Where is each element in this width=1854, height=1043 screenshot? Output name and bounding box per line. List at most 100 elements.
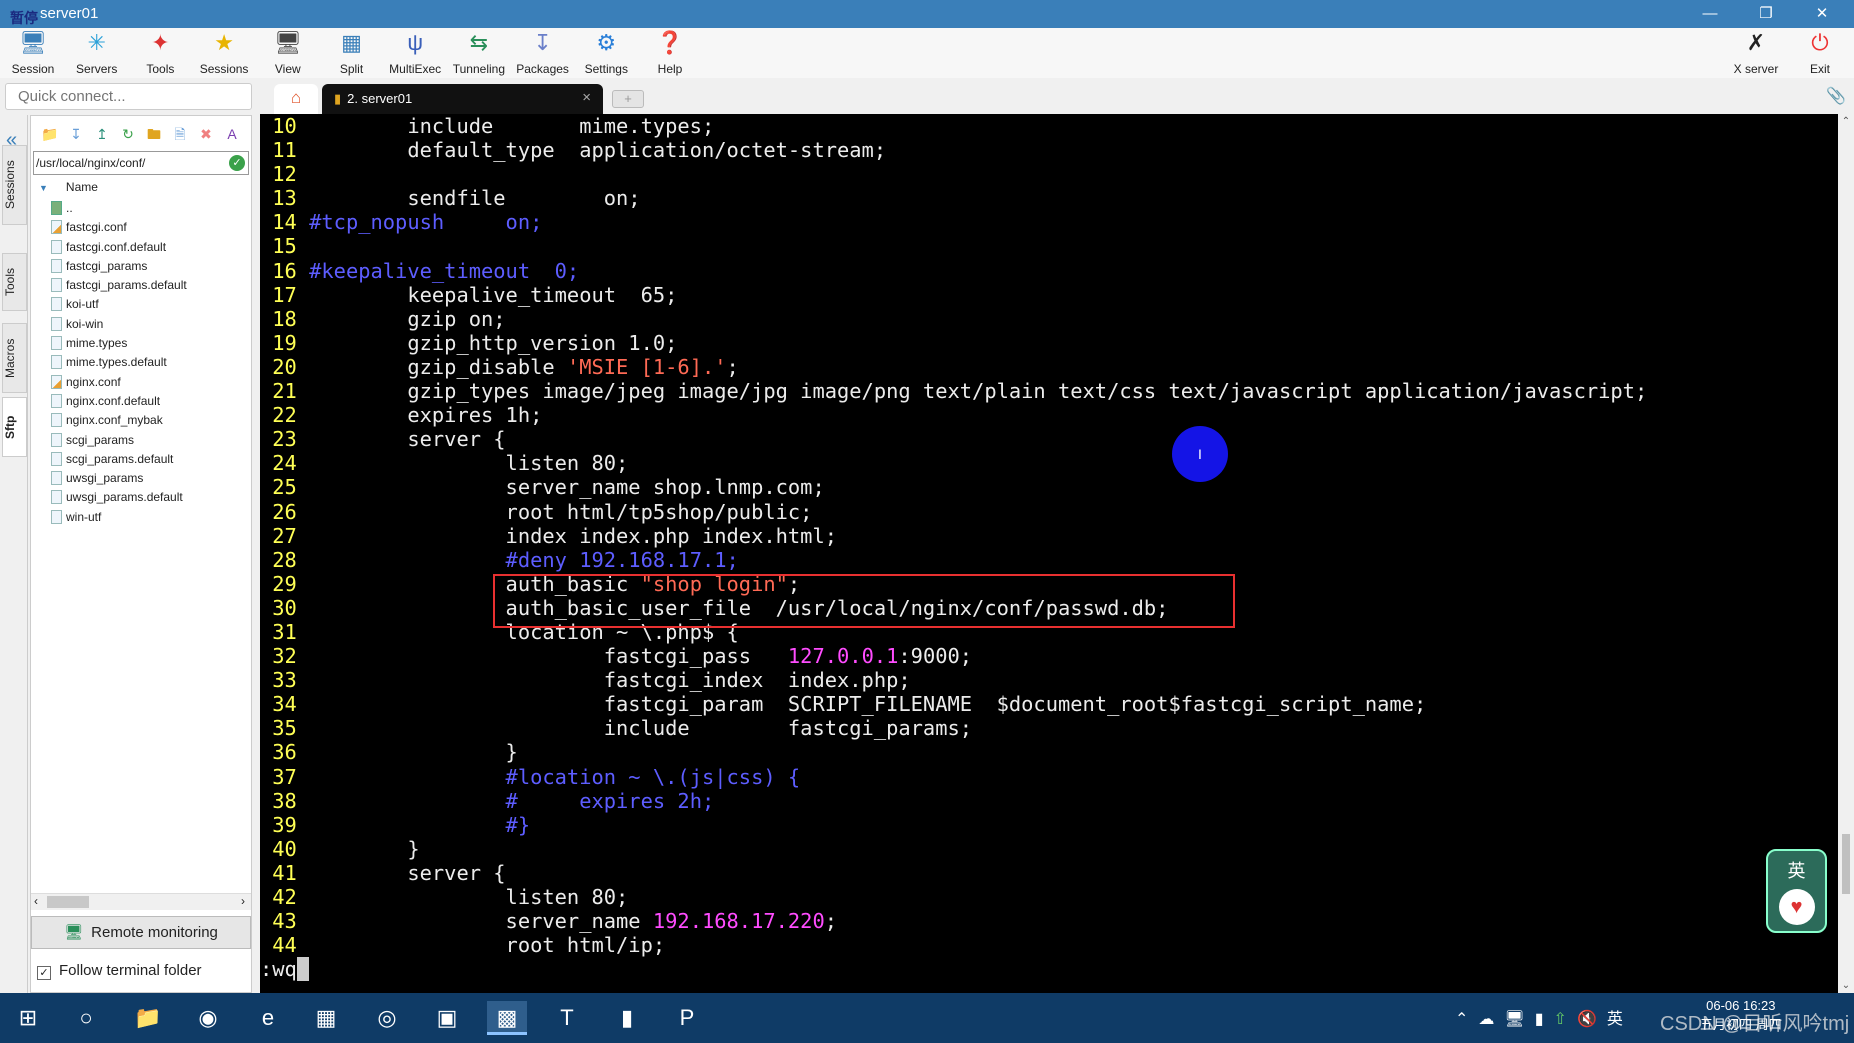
- file-item[interactable]: uwsgi_params: [51, 469, 187, 488]
- toolbar-session-button[interactable]: 🖥 Session: [1, 30, 65, 76]
- side-tab-sessions[interactable]: Sessions: [2, 145, 27, 225]
- code-segment: # expires 2h;: [505, 788, 715, 813]
- terminal-icon[interactable]: ▮: [607, 1001, 647, 1035]
- toolbar-packages-button[interactable]: ↧ Packages: [511, 30, 575, 76]
- start-icon[interactable]: ⊞: [8, 1001, 48, 1035]
- volume-muted-icon[interactable]: 🔇: [1577, 1011, 1597, 1028]
- file-explorer-icon[interactable]: 📁: [128, 1001, 168, 1035]
- file-item[interactable]: fastcgi.conf: [51, 218, 187, 237]
- toolbar-settings-button[interactable]: ⚙ Settings: [574, 30, 638, 76]
- code-segment: root html/ip;: [309, 933, 666, 958]
- cloud-icon[interactable]: ☁: [1478, 1011, 1494, 1028]
- new-folder-icon[interactable]: 🖿: [141, 124, 167, 148]
- sort-arrow-icon: ▼: [39, 183, 48, 193]
- edge-icon[interactable]: e: [248, 1001, 288, 1035]
- remote-desktop-icon[interactable]: ▣: [427, 1001, 467, 1035]
- terminal[interactable]: 10 include mime.types; 11 default_type a…: [260, 114, 1838, 993]
- file-item-parent[interactable]: ..: [51, 199, 187, 218]
- code-segment: keepalive_timeout 65;: [309, 282, 678, 307]
- close-tab-icon[interactable]: ×: [582, 89, 591, 106]
- toolbar-view-button[interactable]: 🖥 View: [256, 30, 320, 76]
- file-item[interactable]: scgi_params: [51, 431, 187, 450]
- scroll-thumb[interactable]: [1842, 834, 1850, 894]
- attachment-icon[interactable]: 📎: [1826, 86, 1846, 106]
- new-file-icon[interactable]: 🗎: [167, 124, 193, 148]
- toolbar-help-button[interactable]: ❓ Help: [638, 30, 702, 76]
- download-icon[interactable]: ↧: [63, 126, 89, 143]
- side-tab-tools[interactable]: Tools: [2, 253, 27, 311]
- minimize-button[interactable]: —: [1690, 2, 1730, 26]
- file-item[interactable]: win-utf: [51, 508, 187, 527]
- terminal-scrollbar[interactable]: ⌃ ⌄: [1838, 114, 1854, 993]
- toolbar-split-button[interactable]: ▦ Split: [320, 30, 384, 76]
- clock[interactable]: 06-06 16:23 五月初四 周四: [1700, 996, 1782, 1034]
- terminal-line: 41 server {: [260, 861, 1838, 885]
- file-item[interactable]: nginx.conf.default: [51, 392, 187, 411]
- show-hidden-icon[interactable]: ⌃: [1455, 1011, 1468, 1028]
- file-item[interactable]: fastcgi.conf.default: [51, 238, 187, 257]
- file-item[interactable]: uwsgi_params.default: [51, 488, 187, 507]
- code-segment: #}: [505, 812, 531, 837]
- code-segment: sendfile on;: [309, 186, 641, 211]
- search-icon[interactable]: ○: [66, 1001, 106, 1035]
- check-icon[interactable]: ✓: [229, 155, 245, 171]
- side-tab-sftp[interactable]: Sftp: [2, 397, 27, 457]
- update-icon[interactable]: ⇧: [1554, 1011, 1567, 1028]
- chrome-icon[interactable]: ◎: [367, 1001, 407, 1035]
- home-tab[interactable]: ⌂: [274, 84, 318, 114]
- parent-folder-icon[interactable]: 📁: [37, 126, 63, 143]
- spreadsheet-icon[interactable]: ▦: [306, 1001, 346, 1035]
- delete-icon[interactable]: ✖: [193, 126, 219, 143]
- horizontal-scrollbar[interactable]: ‹ ›: [31, 893, 251, 910]
- file-item[interactable]: nginx.conf_mybak: [51, 411, 187, 430]
- color-app-icon[interactable]: ◉: [188, 1001, 228, 1035]
- refresh-icon[interactable]: ↻: [115, 126, 141, 143]
- file-item[interactable]: fastcgi_params.default: [51, 276, 187, 295]
- file-item[interactable]: koi-win: [51, 315, 187, 334]
- mobaxterm-icon[interactable]: ▩: [487, 1001, 527, 1035]
- session-icon: 🖥: [19, 30, 47, 55]
- code-segment: gzip_types image/jpeg image/jpg image/pn…: [309, 379, 1648, 404]
- side-tab-macros[interactable]: Macros: [2, 323, 27, 393]
- checkbox-checked-icon[interactable]: ✓: [37, 966, 51, 980]
- servers-icon: ✳: [87, 30, 106, 55]
- toolbar-sessions-button[interactable]: ★ Sessions: [192, 30, 256, 76]
- restore-button[interactable]: ❐: [1746, 2, 1786, 26]
- close-button[interactable]: ✕: [1802, 2, 1842, 26]
- file-item[interactable]: mime.types.default: [51, 353, 187, 372]
- scroll-up-icon[interactable]: ⌃: [1838, 116, 1854, 127]
- xserver-button[interactable]: ✗ X server: [1724, 30, 1788, 76]
- upload-icon[interactable]: ↥: [89, 126, 115, 143]
- toolbar-tools-button[interactable]: ✦ Tools: [128, 30, 192, 76]
- toolbar-multiexec-button[interactable]: ψ MultiExec: [383, 30, 447, 76]
- follow-terminal-folder-checkbox[interactable]: ✓ Follow terminal folder: [37, 962, 202, 980]
- rename-icon[interactable]: A: [219, 126, 245, 142]
- exit-button[interactable]: ⏻ Exit: [1788, 30, 1852, 76]
- toolbar-tunneling-button[interactable]: ⇆ Tunneling: [447, 30, 511, 76]
- new-tab-button[interactable]: +: [612, 90, 644, 108]
- scroll-down-icon[interactable]: ⌄: [1838, 980, 1854, 991]
- typora-icon[interactable]: T: [547, 1001, 587, 1035]
- toolbar-servers-button[interactable]: ✳ Servers: [65, 30, 129, 76]
- file-item[interactable]: koi-utf: [51, 295, 187, 314]
- ime-indicator[interactable]: 英: [1607, 1011, 1623, 1028]
- battery-icon[interactable]: ▮: [1535, 1011, 1544, 1028]
- scroll-thumb[interactable]: [47, 896, 89, 908]
- file-item[interactable]: fastcgi_params: [51, 257, 187, 276]
- file-item[interactable]: mime.types: [51, 334, 187, 353]
- ime-widget[interactable]: 英 ♥: [1766, 849, 1827, 933]
- quick-connect-input[interactable]: [5, 83, 252, 110]
- sftp-path-field[interactable]: /usr/local/nginx/conf/ ✓: [33, 151, 249, 175]
- line-number: 37: [272, 764, 297, 789]
- tab-server01[interactable]: ▮ 2. server01 ×: [322, 84, 603, 114]
- scroll-right-icon[interactable]: ›: [241, 894, 245, 908]
- network-icon[interactable]: 🖥: [1504, 1011, 1524, 1028]
- remote-monitoring-button[interactable]: 🖥 Remote monitoring: [31, 916, 251, 949]
- file-item[interactable]: scgi_params.default: [51, 450, 187, 469]
- file-icon: [51, 413, 62, 428]
- pdf-icon[interactable]: P: [667, 1001, 707, 1035]
- name-column-header[interactable]: ▼ Name: [39, 180, 98, 194]
- file-item[interactable]: nginx.conf: [51, 373, 187, 392]
- line-number: 30: [272, 595, 297, 620]
- scroll-left-icon[interactable]: ‹: [34, 894, 38, 908]
